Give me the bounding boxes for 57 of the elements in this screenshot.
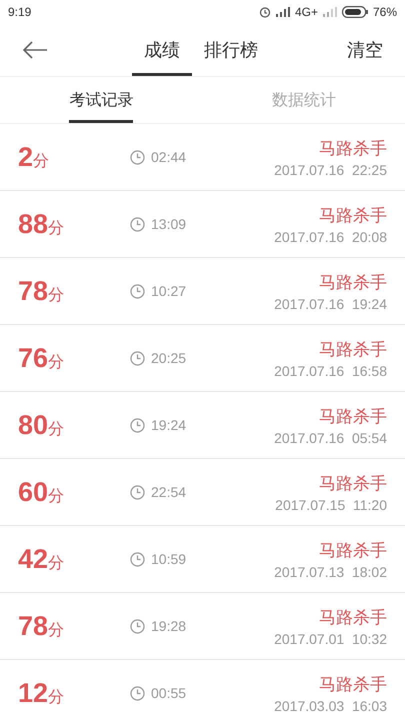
duration-text: 13:09 xyxy=(151,216,186,232)
clock-icon xyxy=(130,150,145,164)
top-tab[interactable]: 成绩 xyxy=(132,24,192,76)
record-date: 2017.07.13 18:02 xyxy=(274,564,387,580)
record-date: 2017.07.16 16:58 xyxy=(274,362,387,378)
record-title: 马路杀手 xyxy=(319,138,387,160)
duration-text: 10:27 xyxy=(151,283,186,299)
battery-icon xyxy=(342,6,368,18)
clock-icon xyxy=(130,686,145,700)
back-icon[interactable] xyxy=(22,41,48,59)
clock-icon xyxy=(130,350,145,366)
record-date: 2017.07.16 20:08 xyxy=(274,228,387,244)
duration-text: 02:44 xyxy=(151,149,186,165)
score-text: 2分 xyxy=(18,142,50,172)
record-date: 2017.07.15 11:20 xyxy=(275,496,387,512)
duration-text: 10:59 xyxy=(151,551,186,567)
record-title: 马路杀手 xyxy=(319,472,387,494)
score-text: 78分 xyxy=(18,276,66,306)
sub-tab[interactable]: 考试记录 xyxy=(69,77,134,123)
signal-icon xyxy=(276,7,290,17)
duration-text: 22:54 xyxy=(151,484,186,500)
clock-icon xyxy=(130,216,145,232)
record-date: 2017.07.16 22:25 xyxy=(274,162,387,178)
status-time: 9:19 xyxy=(8,5,32,19)
clock-icon xyxy=(130,484,145,500)
record-title: 马路杀手 xyxy=(319,606,387,628)
record-title: 马路杀手 xyxy=(319,338,387,360)
record-date: 2017.07.16 19:24 xyxy=(274,296,387,312)
clock-icon xyxy=(130,618,145,634)
record-title: 马路杀手 xyxy=(319,540,387,562)
score-text: 78分 xyxy=(18,610,66,642)
record-date: 2017.07.01 10:32 xyxy=(274,630,387,646)
score-text: 60分 xyxy=(18,476,66,508)
clock-icon xyxy=(130,552,145,566)
record-date: 2017.07.16 05:54 xyxy=(274,430,387,446)
record-title: 马路杀手 xyxy=(319,204,387,226)
alarm-icon xyxy=(258,6,271,18)
network-type: 4G+ xyxy=(294,5,318,19)
score-text: 80分 xyxy=(18,410,66,440)
score-text: 76分 xyxy=(18,342,66,374)
clear-button[interactable]: 清空 xyxy=(347,38,383,62)
score-text: 12分 xyxy=(18,678,66,708)
record-title: 马路杀手 xyxy=(319,406,387,428)
score-text: 42分 xyxy=(18,544,66,574)
top-tab[interactable]: 排行榜 xyxy=(192,24,270,76)
record-title: 马路杀手 xyxy=(319,674,387,696)
record-date: 2017.03.03 16:03 xyxy=(274,698,387,714)
duration-text: 00:55 xyxy=(151,685,186,701)
duration-text: 20:25 xyxy=(151,350,186,366)
battery-level: 76% xyxy=(372,5,397,19)
score-text: 88分 xyxy=(18,208,66,240)
duration-text: 19:28 xyxy=(151,618,186,634)
record-title: 马路杀手 xyxy=(319,272,387,294)
signal-icon xyxy=(322,7,337,17)
clock-icon xyxy=(130,418,145,432)
duration-text: 19:24 xyxy=(151,417,186,433)
clock-icon xyxy=(130,284,145,298)
